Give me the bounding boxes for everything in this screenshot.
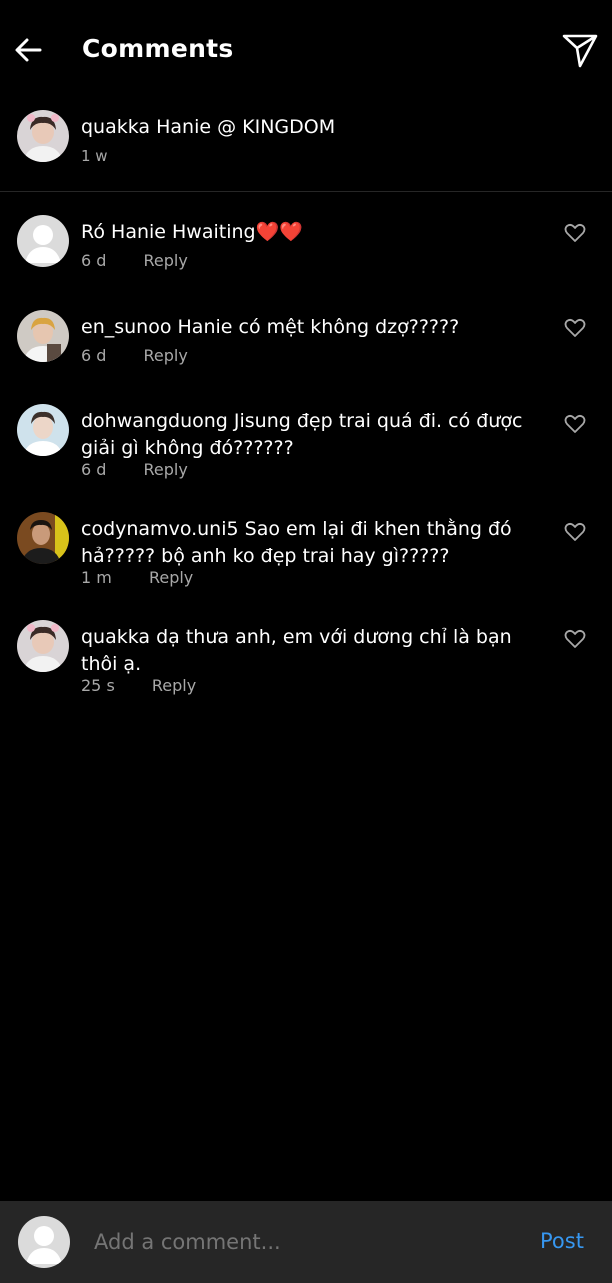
default-avatar-icon — [17, 215, 69, 267]
comment-meta: 1 m Reply — [81, 568, 193, 587]
comment-text: quakka dạ thưa anh, em với dương chỉ là … — [81, 624, 541, 678]
comment-timestamp: 6 d — [81, 460, 107, 479]
comment-composer: Post — [0, 1201, 612, 1283]
comment-text: codynamvo.uni5 Sao em lại đi khen thằng … — [81, 516, 541, 570]
like-button[interactable] — [564, 522, 586, 542]
comment-text: dohwangduong Jisung đẹp trai quá đi. có … — [81, 408, 541, 462]
default-avatar-icon — [18, 1216, 70, 1268]
comment-body: Hanie có mệt không dzợ????? — [177, 316, 460, 338]
comment-body: Hanie Hwaiting — [111, 221, 256, 243]
comment-timestamp: 6 d — [81, 251, 107, 270]
avatar[interactable] — [17, 512, 69, 564]
reply-button[interactable]: Reply — [144, 460, 188, 479]
heart-outline-icon — [564, 629, 586, 648]
avatar[interactable] — [17, 404, 69, 456]
caption-username[interactable]: quakka — [81, 116, 150, 138]
reply-button[interactable]: Reply — [152, 676, 196, 695]
heart-outline-icon — [564, 522, 586, 541]
heart-outline-icon — [564, 414, 586, 433]
comment-text: en_sunoo Hanie có mệt không dzợ????? — [81, 314, 541, 341]
comment-username[interactable]: codynamvo.uni5 — [81, 518, 239, 540]
comment-meta: 6 d Reply — [81, 460, 188, 479]
page-title: Comments — [82, 34, 234, 63]
comment-text: Ró Hanie Hwaiting❤️❤️ — [81, 219, 541, 246]
like-button[interactable] — [564, 223, 586, 243]
avatar[interactable] — [17, 110, 69, 162]
caption-timestamp: 1 w — [81, 147, 108, 165]
comments-header: Comments — [0, 0, 612, 100]
comment-username[interactable]: Ró — [81, 221, 105, 243]
back-button[interactable] — [12, 32, 46, 68]
comment-input[interactable] — [94, 1225, 514, 1259]
caption-text: quakka Hanie @ KINGDOM — [81, 116, 335, 138]
comment-timestamp: 6 d — [81, 346, 107, 365]
like-button[interactable] — [564, 414, 586, 434]
comment-timestamp: 25 s — [81, 676, 115, 695]
post-caption: quakka Hanie @ KINGDOM 1 w — [0, 100, 612, 192]
paper-plane-icon — [562, 34, 598, 68]
comment-username[interactable]: en_sunoo — [81, 316, 171, 338]
post-button[interactable]: Post — [540, 1229, 584, 1253]
reply-button[interactable]: Reply — [149, 568, 193, 587]
comment-timestamp: 1 m — [81, 568, 112, 587]
reply-button[interactable]: Reply — [144, 251, 188, 270]
back-arrow-icon — [15, 38, 42, 62]
heart-outline-icon — [564, 223, 586, 242]
avatar[interactable] — [17, 215, 69, 267]
avatar[interactable] — [17, 310, 69, 362]
avatar — [18, 1216, 70, 1268]
comment-meta: 6 d Reply — [81, 346, 188, 365]
reply-button[interactable]: Reply — [144, 346, 188, 365]
comment-meta: 6 d Reply — [81, 251, 188, 270]
caption-body: Hanie @ KINGDOM — [156, 116, 336, 138]
comment-username[interactable]: quakka — [81, 626, 150, 648]
like-button[interactable] — [564, 318, 586, 338]
comment-meta: 25 s Reply — [81, 676, 196, 695]
comment-username[interactable]: dohwangduong — [81, 410, 228, 432]
share-button[interactable] — [560, 30, 600, 70]
avatar[interactable] — [17, 620, 69, 672]
heart-outline-icon — [564, 318, 586, 337]
like-button[interactable] — [564, 629, 586, 649]
heart-emoji: ❤️❤️ — [255, 221, 303, 243]
